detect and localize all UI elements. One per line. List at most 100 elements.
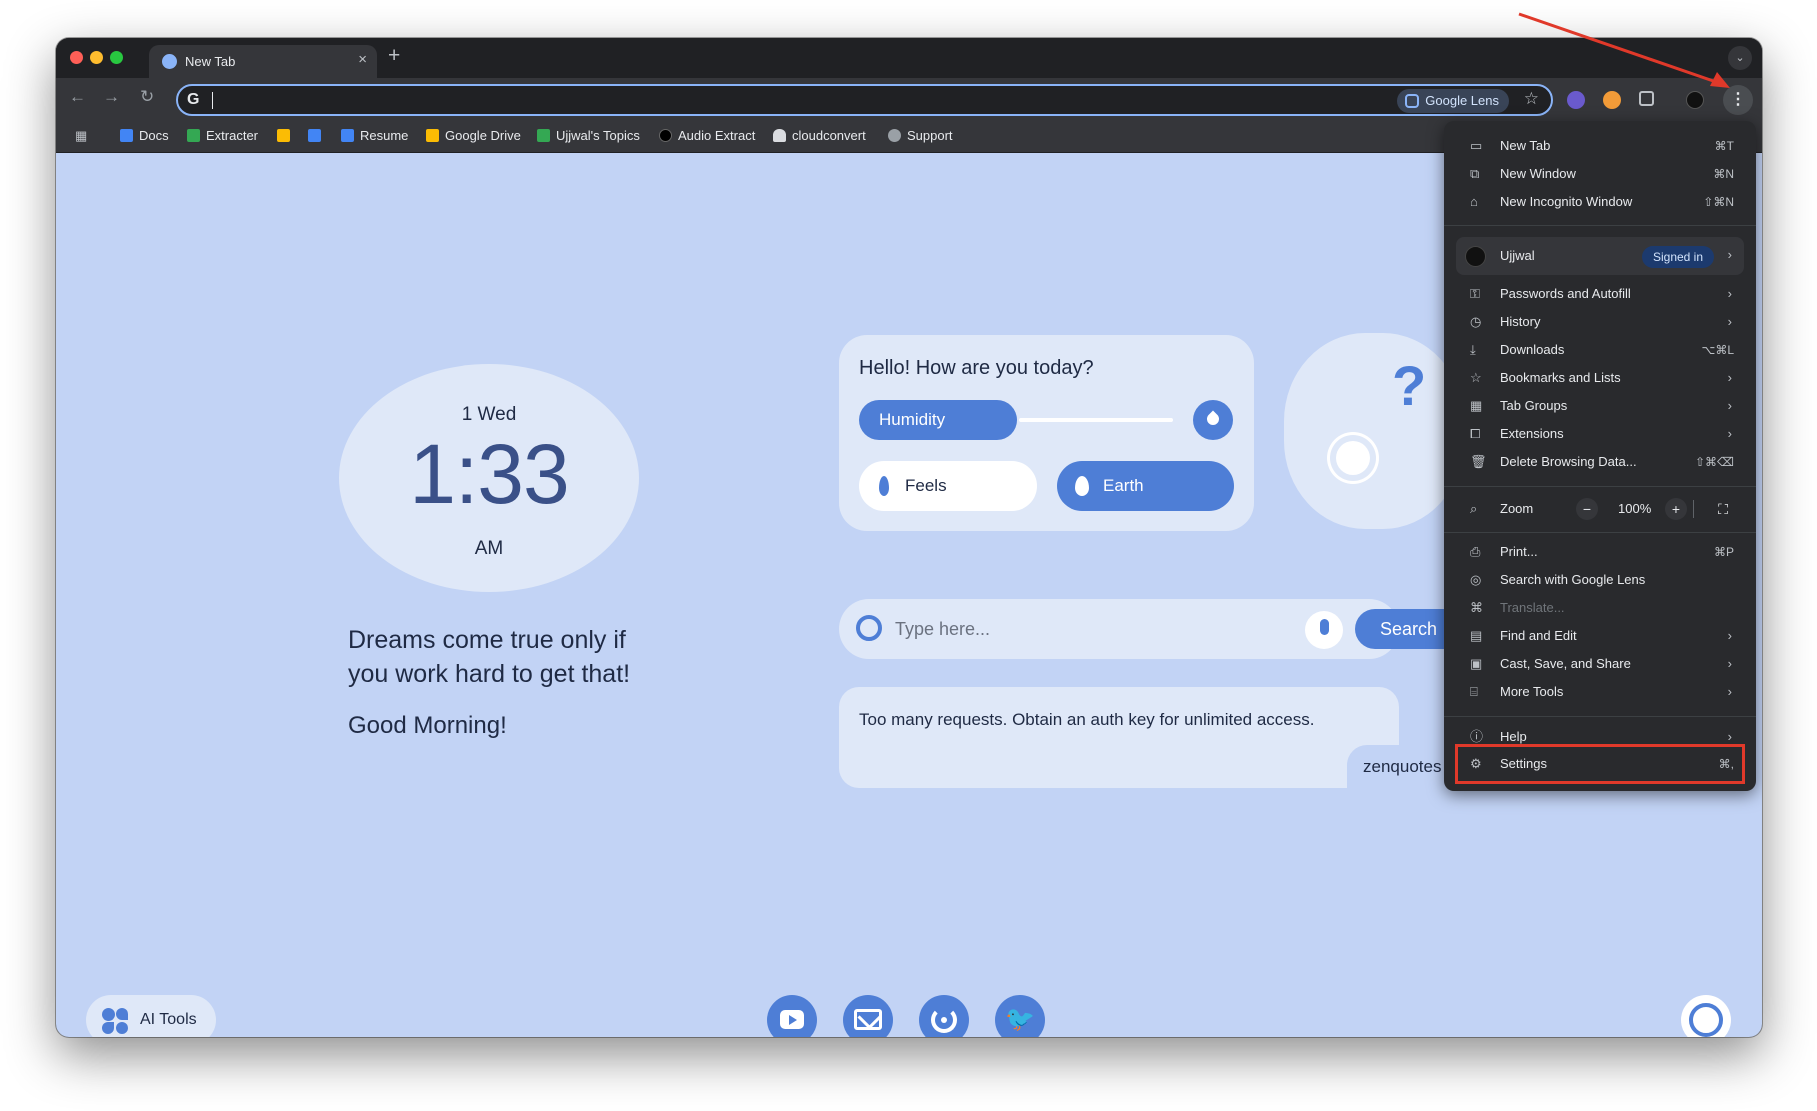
- youtube-button[interactable]: [767, 995, 817, 1037]
- extensions-puzzle-icon[interactable]: [1639, 91, 1654, 106]
- ai-tools-button[interactable]: AI Tools: [86, 995, 216, 1037]
- microphone-icon[interactable]: [1305, 611, 1343, 649]
- close-window-button[interactable]: [70, 51, 83, 64]
- zoom-icon: ⌕: [1470, 501, 1478, 516]
- feels-label: Feels: [905, 476, 947, 495]
- zoom-divider: [1693, 500, 1694, 518]
- menu-search-google-lens[interactable]: ◎ Search with Google Lens: [1444, 566, 1756, 594]
- bookmark-docs[interactable]: Docs: [120, 128, 169, 143]
- menu-extensions[interactable]: ⧠ Extensions ›: [1444, 420, 1756, 448]
- bookmark-keep[interactable]: [277, 128, 296, 143]
- reload-button[interactable]: ↻: [140, 87, 154, 107]
- docs-icon: [120, 129, 133, 142]
- back-button[interactable]: ←: [69, 87, 86, 107]
- toolbar: ← → ↻ G Google Lens ☆ ⋮: [56, 78, 1762, 119]
- chevron-right-icon: ›: [1727, 247, 1732, 262]
- settings-highlight-box: [1455, 744, 1745, 784]
- quote-card-text: Too many requests. Obtain an auth key fo…: [859, 710, 1315, 729]
- menu-new-tab[interactable]: ▭ New Tab ⌘T: [1444, 132, 1756, 160]
- menu-print[interactable]: ⎙ Print... ⌘P: [1444, 538, 1756, 566]
- address-bar[interactable]: G Google Lens ☆: [176, 84, 1553, 116]
- google-lens-button[interactable]: Google Lens: [1397, 89, 1509, 113]
- apps-grid-icon[interactable]: ▦: [75, 128, 87, 144]
- menu-downloads[interactable]: ⤓ Downloads ⌥⌘L: [1444, 336, 1756, 364]
- cloud-icon: [773, 129, 786, 142]
- clock-ampm: AM: [474, 538, 504, 559]
- bookmark-resume[interactable]: Resume: [341, 128, 408, 143]
- quote-author: zenquotes: [1363, 757, 1442, 776]
- browser-window: New Tab × + ⌄ ← → ↻ G Google Lens ☆ ⋮ ▦ …: [56, 38, 1762, 1037]
- customize-circle-button[interactable]: [1681, 995, 1731, 1037]
- printer-icon: ⎙: [1470, 544, 1481, 559]
- zoom-window-button[interactable]: [110, 51, 123, 64]
- menu-tab-groups[interactable]: ▦ Tab Groups ›: [1444, 392, 1756, 420]
- search-bar: Search: [839, 599, 1465, 659]
- profile-avatar: [1465, 246, 1486, 267]
- humidity-button[interactable]: Humidity: [859, 400, 1017, 440]
- extension-orange-icon[interactable]: [1603, 91, 1621, 109]
- forward-button[interactable]: →: [103, 87, 120, 107]
- bookmark-translate[interactable]: [308, 128, 327, 143]
- earth-label: Earth: [1103, 476, 1144, 495]
- menu-new-incognito-window[interactable]: ⌂ New Incognito Window ⇧⌘N: [1444, 188, 1756, 216]
- menu-delete-browsing-data[interactable]: 🗑 Delete Browsing Data... ⇧⌘⌫: [1444, 448, 1756, 476]
- tab-title: New Tab: [185, 54, 236, 69]
- chevron-right-icon: ›: [1727, 656, 1732, 671]
- history-icon: ◷: [1470, 314, 1482, 329]
- docs-icon: [341, 129, 354, 142]
- water-drop-icon[interactable]: [1193, 400, 1233, 440]
- twitter-button[interactable]: 🐦: [995, 995, 1045, 1037]
- bookmark-extracter[interactable]: Extracter: [187, 128, 258, 143]
- search-icon: [856, 615, 882, 641]
- drive-icon: [426, 129, 439, 142]
- translate-icon: ⌘: [1470, 600, 1483, 615]
- chevron-right-icon: ›: [1727, 370, 1732, 385]
- menu-divider: [1444, 532, 1756, 533]
- mail-button[interactable]: [843, 995, 893, 1037]
- bookmark-audio-extract[interactable]: Audio Extract: [659, 128, 755, 143]
- question-mark-icon: ?: [1392, 354, 1427, 417]
- clock-widget: 1 Wed 1:33 AM: [339, 364, 639, 592]
- new-window-icon: ⧉: [1470, 166, 1480, 181]
- bookmark-support[interactable]: Support: [888, 128, 953, 143]
- menu-bookmarks-lists[interactable]: ☆ Bookmarks and Lists ›: [1444, 364, 1756, 392]
- zoom-in-button[interactable]: +: [1665, 498, 1687, 520]
- google-g-icon: G: [187, 91, 200, 108]
- fullscreen-icon[interactable]: ⛶: [1712, 498, 1734, 520]
- weather-icon-card: ?: [1284, 333, 1464, 529]
- chevron-right-icon: ›: [1727, 398, 1732, 413]
- tab-close-icon[interactable]: ×: [358, 51, 367, 68]
- bookmark-cloudconvert[interactable]: cloudconvert: [773, 128, 866, 143]
- menu-more-tools[interactable]: ⌸ More Tools ›: [1444, 678, 1756, 706]
- keep-icon: [277, 129, 290, 142]
- bookmark-google-drive[interactable]: Google Drive: [426, 128, 521, 143]
- bookmark-ujjwals-topics[interactable]: Ujjwal's Topics: [537, 128, 640, 143]
- tab-new-tab[interactable]: New Tab ×: [149, 45, 377, 78]
- menu-passwords-autofill[interactable]: ⚿ Passwords and Autofill ›: [1444, 280, 1756, 308]
- humidity-slider-track: [1019, 418, 1173, 422]
- extension-moon-icon[interactable]: [1567, 91, 1585, 109]
- bookmark-star-icon[interactable]: ☆: [1524, 89, 1539, 109]
- profile-avatar[interactable]: [1686, 91, 1704, 109]
- chrome-main-menu: ▭ New Tab ⌘T ⧉ New Window ⌘N ⌂ New Incognito …: [1444, 121, 1756, 791]
- new-tab-button[interactable]: +: [388, 44, 400, 68]
- menu-cast-save-share[interactable]: ▣ Cast, Save, and Share ›: [1444, 650, 1756, 678]
- signed-in-badge: Signed in: [1642, 246, 1714, 268]
- reddit-icon: [931, 1007, 957, 1033]
- menu-find-edit[interactable]: ▤ Find and Edit ›: [1444, 622, 1756, 650]
- search-input[interactable]: [895, 614, 1275, 644]
- weather-greeting: Hello! How are you today?: [859, 357, 1094, 379]
- menu-history[interactable]: ◷ History ›: [1444, 308, 1756, 336]
- menu-profile[interactable]: Ujjwal Signed in ›: [1456, 237, 1744, 275]
- zoom-out-button[interactable]: −: [1576, 498, 1598, 520]
- ai-tools-label: AI Tools: [140, 1011, 197, 1028]
- audio-extract-icon: [659, 129, 672, 142]
- motivational-quote: Dreams come true only if you work hard t…: [348, 626, 631, 688]
- earth-button[interactable]: Earth: [1057, 461, 1234, 511]
- reddit-button[interactable]: [919, 995, 969, 1037]
- menu-divider: [1444, 716, 1756, 717]
- minimize-window-button[interactable]: [90, 51, 103, 64]
- menu-new-window[interactable]: ⧉ New Window ⌘N: [1444, 160, 1756, 188]
- lens-icon: ◎: [1470, 572, 1482, 587]
- feels-button[interactable]: Feels: [859, 461, 1037, 511]
